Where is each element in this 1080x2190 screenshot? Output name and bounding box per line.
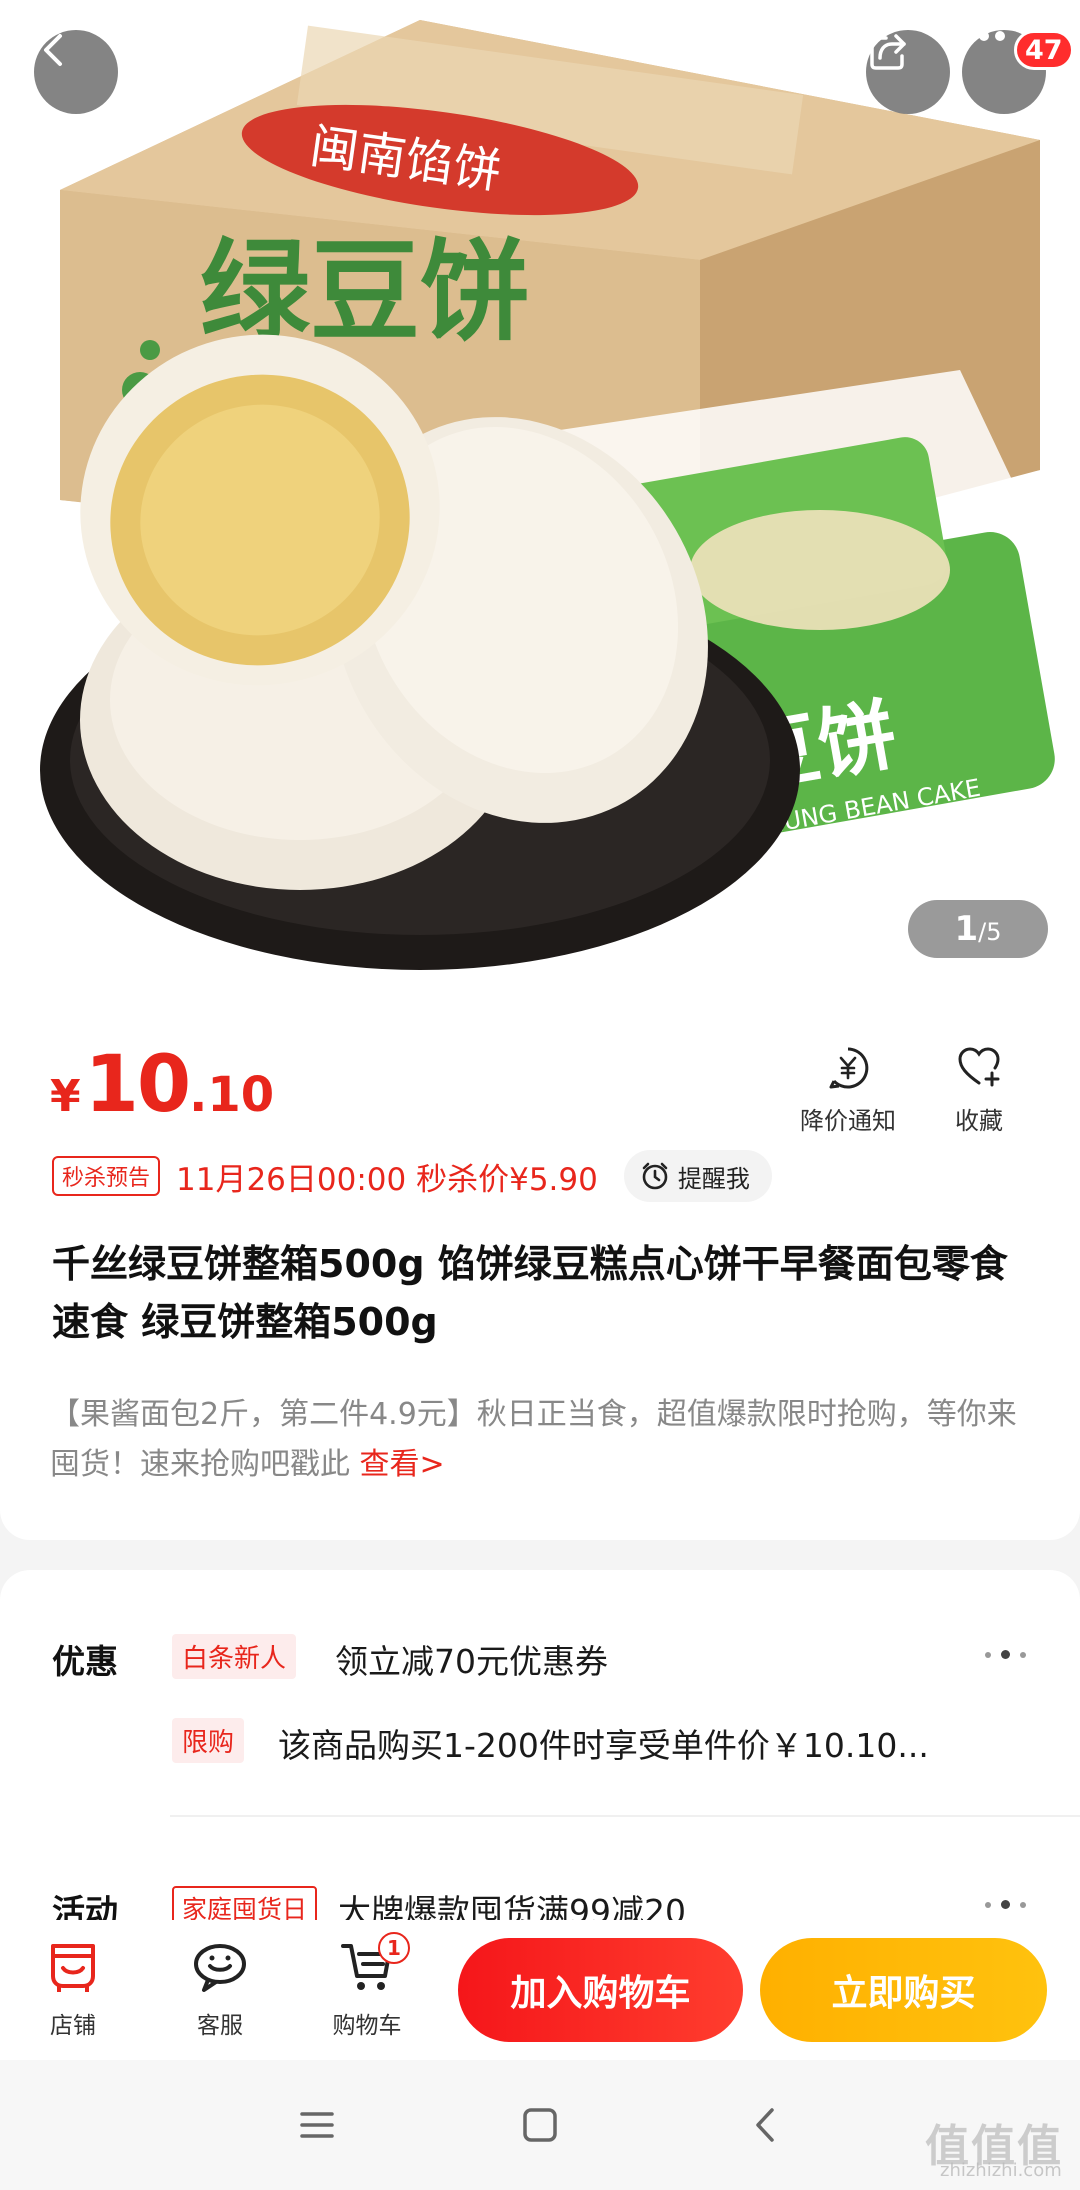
price-integer: 10 (84, 1040, 192, 1130)
cart-button[interactable]: 1 购物车 (312, 1932, 422, 2040)
cart-count-badge: 1 (378, 1932, 410, 1964)
shop-button[interactable]: 店铺 (18, 1938, 128, 2040)
customer-service-label: 客服 (197, 2013, 243, 2039)
price: ¥ 10 .10 (50, 1040, 274, 1130)
price-drop-notify-label: 降价通知 (800, 1107, 896, 1135)
purchase-limit-tag: 限购 (172, 1718, 245, 1763)
divider (170, 1815, 1080, 1817)
purchase-limit-text[interactable]: 该商品购买1-200件时享受单件价￥10.10... (278, 1719, 929, 1767)
back-arrow-icon (44, 34, 62, 66)
favorite-label: 收藏 (955, 1107, 1003, 1135)
buy-now-button[interactable]: 立即购买 (760, 1938, 1047, 2042)
image-counter: 1 /5 (908, 900, 1048, 958)
watermark-url: zhizhizhi.com (940, 2160, 1062, 2181)
product-title: 千丝绿豆饼整箱500g 馅饼绿豆糕点心饼干早餐面包零食速食 绿豆饼整箱500g (52, 1242, 1008, 1344)
heart-plus-icon (958, 1047, 1000, 1087)
favorite-button[interactable]: 收藏 (955, 1045, 1003, 1136)
back-button[interactable] (34, 30, 118, 114)
product-description: 【果酱面包2斤，第二件4.9元】秋日正当食，超值爆款限时抢购，等你来囤货！速来抢… (50, 1390, 1040, 1490)
share-button[interactable] (866, 30, 950, 114)
flash-sale-text: 11月26日00:00 秒杀价¥5.90 (176, 1161, 598, 1198)
price-decimal: .10 (189, 1067, 275, 1123)
price-drop-icon (829, 1047, 869, 1089)
product-description-text: 【果酱面包2斤，第二件4.9元】秋日正当食，超值爆款限时抢购，等你来囤货！速来抢… (50, 1397, 1017, 1482)
menu-icon[interactable] (292, 2100, 342, 2150)
flash-sale-preview: 秒杀预告 11月26日00:00 秒杀价¥5.90 提醒我 (52, 1150, 772, 1202)
home-square-icon[interactable] (515, 2100, 565, 2150)
price-currency: ¥ (50, 1071, 81, 1122)
coupon-more-icon[interactable] (985, 1650, 1026, 1659)
flash-sale-tag: 秒杀预告 (52, 1156, 161, 1196)
coupon-text[interactable]: 领立减70元优惠券 (335, 1635, 608, 1683)
image-counter-total: /5 (978, 918, 1002, 946)
image-counter-current: 1 (954, 909, 979, 949)
promotions-label: 优惠 (52, 1642, 118, 1681)
remind-me-label: 提醒我 (677, 1164, 750, 1193)
message-count-badge: 47 (1014, 30, 1074, 70)
shop-label: 店铺 (50, 2013, 96, 2039)
remind-me-button[interactable]: 提醒我 (623, 1150, 772, 1202)
add-to-cart-button[interactable]: 加入购物车 (458, 1938, 743, 2042)
shop-icon (51, 1944, 95, 1992)
back-icon[interactable] (742, 2100, 792, 2150)
share-icon (870, 34, 906, 70)
customer-service-button[interactable]: 客服 (165, 1938, 275, 2040)
alarm-clock-icon (642, 1162, 668, 1190)
chat-bubble-icon (194, 1944, 246, 1992)
product-detail-page: 闽南馅饼 绿豆饼 豆饼 MUNG BEAN CAKE 47 1 /5 ¥ 10 … (0, 0, 1080, 2190)
more-icon (963, 31, 1005, 41)
activity-more-icon[interactable] (985, 1900, 1026, 1909)
price-drop-notify-button[interactable]: 降价通知 (800, 1045, 896, 1136)
product-image-carousel[interactable]: 闽南馅饼 绿豆饼 豆饼 MUNG BEAN CAKE 47 1 /5 (0, 0, 1080, 1000)
coupon-tag: 白条新人 (172, 1634, 297, 1679)
view-more-link[interactable]: 查看> (360, 1447, 445, 1482)
product-photo: 闽南馅饼 绿豆饼 豆饼 MUNG BEAN CAKE (40, 20, 1055, 970)
cart-label: 购物车 (332, 2013, 402, 2039)
